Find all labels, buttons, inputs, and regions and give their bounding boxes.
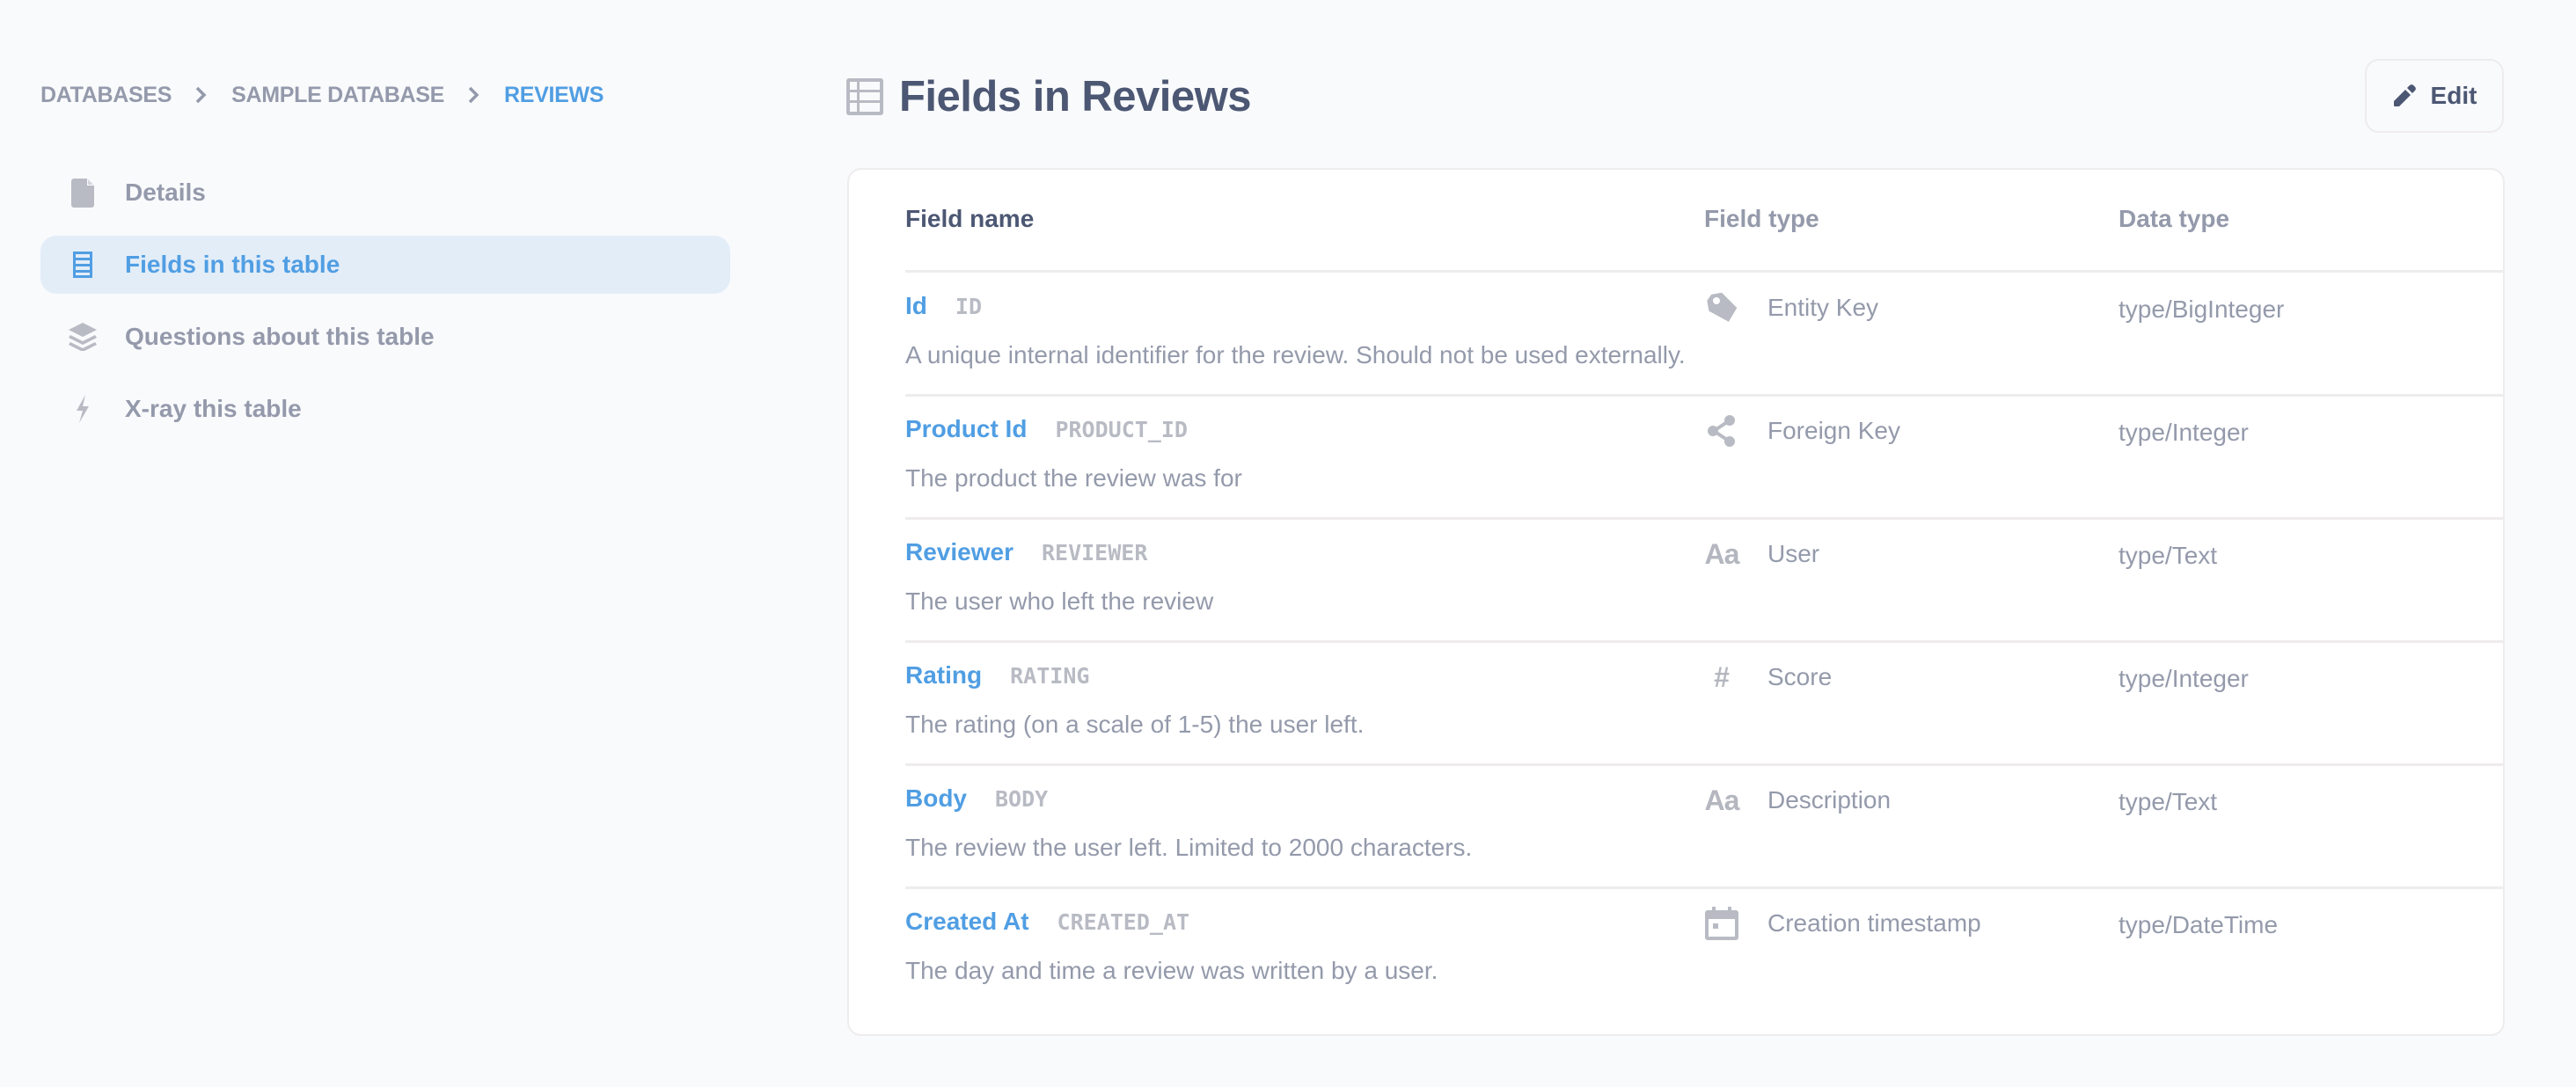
field-description: The rating (on a scale of 1-5) the user … [905, 711, 1365, 738]
sidebar-item-xray[interactable]: X-ray this table [40, 380, 730, 438]
field-column-name: PRODUCT_ID [1055, 417, 1188, 442]
breadcrumb-sample-database[interactable]: SAMPLE DATABASE [231, 83, 444, 108]
data-type: type/Text [2119, 788, 2218, 815]
data-type: type/Integer [2119, 665, 2249, 692]
field-type: # Score [1704, 658, 1832, 697]
field-column-name: CREATED_AT [1057, 909, 1190, 935]
field-type: Aa User [1704, 535, 1820, 573]
edit-button-label: Edit [2430, 82, 2477, 109]
data-type: type/Integer [2119, 419, 2249, 446]
field-description: The product the review was for [905, 464, 1242, 492]
document-icon [67, 177, 99, 208]
field-display-name[interactable]: Rating [905, 661, 982, 689]
table-row: Rating RATING The rating (on a scale of … [905, 640, 2503, 766]
field-type-label: Entity Key [1767, 294, 1879, 321]
table-row: Product Id PRODUCT_ID The product the re… [905, 394, 2503, 520]
field-column-name: ID [955, 294, 982, 319]
data-type: type/Text [2119, 542, 2218, 569]
text-icon: Aa [1704, 537, 1740, 570]
column-header-data-type: Data type [2119, 205, 2230, 232]
list-icon [67, 249, 99, 281]
table-icon [846, 78, 883, 115]
table-row: Created At CREATED_AT The day and time a… [905, 886, 2503, 1010]
field-display-name[interactable]: Body [905, 784, 967, 813]
bolt-icon [67, 393, 99, 425]
text-icon: Aa [1704, 784, 1740, 816]
chevron-right-icon [194, 86, 207, 104]
field-type-label: Description [1767, 786, 1892, 813]
field-column-name: REVIEWER [1041, 540, 1148, 565]
breadcrumb-databases[interactable]: DATABASES [40, 83, 172, 108]
column-header-field-name: Field name [905, 205, 1035, 232]
sidebar-item-questions[interactable]: Questions about this table [40, 308, 730, 366]
field-type-label: Creation timestamp [1767, 909, 1981, 937]
field-column-name: BODY [995, 786, 1049, 812]
field-type-label: User [1767, 540, 1820, 567]
chevron-right-icon [467, 86, 479, 104]
sidebar-item-label: X-ray this table [125, 395, 302, 422]
tag-icon [1704, 290, 1739, 325]
field-display-name[interactable]: Reviewer [905, 538, 1014, 566]
field-description: A unique internal identifier for the rev… [905, 341, 1686, 368]
page-header: Fields in Reviews [846, 73, 1252, 120]
number-icon: # [1714, 660, 1730, 693]
calendar-icon [1704, 906, 1739, 941]
page-title: Fields in Reviews [899, 73, 1252, 120]
fields-table: Field name Field type Data type Id ID A … [847, 168, 2505, 1036]
data-type: type/BigInteger [2119, 295, 2285, 323]
column-header-field-type: Field type [1704, 205, 1819, 232]
table-header: Field name Field type Data type [905, 170, 2503, 273]
field-type: Creation timestamp [1704, 904, 1981, 943]
field-type-label: Foreign Key [1767, 417, 1900, 444]
sidebar: Details Fields in this table Questions a… [40, 164, 730, 452]
sidebar-item-label: Questions about this table [125, 323, 435, 350]
field-column-name: RATING [1010, 663, 1090, 689]
table-row: Body BODY The review the user left. Limi… [905, 763, 2503, 889]
field-display-name[interactable]: Created At [905, 908, 1029, 936]
field-display-name[interactable]: Product Id [905, 415, 1027, 443]
edit-button[interactable]: Edit [2365, 59, 2504, 133]
table-row: Id ID A unique internal identifier for t… [905, 271, 2503, 397]
layers-icon [67, 321, 99, 353]
field-type: Foreign Key [1704, 412, 1900, 450]
pencil-icon [2392, 84, 2417, 108]
field-type: Aa Description [1704, 781, 1892, 820]
breadcrumb-reviews[interactable]: REVIEWS [504, 83, 604, 108]
table-row: Reviewer REVIEWER The user who left the … [905, 517, 2503, 643]
sidebar-item-fields[interactable]: Fields in this table [40, 236, 730, 294]
field-description: The review the user left. Limited to 200… [905, 834, 1473, 861]
sidebar-item-details[interactable]: Details [40, 164, 730, 222]
data-type: type/DateTime [2119, 911, 2279, 938]
sidebar-item-label: Fields in this table [125, 251, 340, 278]
field-display-name[interactable]: Id [905, 292, 927, 320]
field-type: Entity Key [1704, 288, 1878, 327]
field-description: The day and time a review was written by… [905, 957, 1438, 984]
share-icon [1704, 413, 1739, 449]
sidebar-item-label: Details [125, 179, 206, 206]
field-description: The user who left the review [905, 587, 1214, 615]
field-type-label: Score [1767, 663, 1833, 690]
breadcrumb: DATABASES SAMPLE DATABASE REVIEWS [40, 81, 604, 109]
